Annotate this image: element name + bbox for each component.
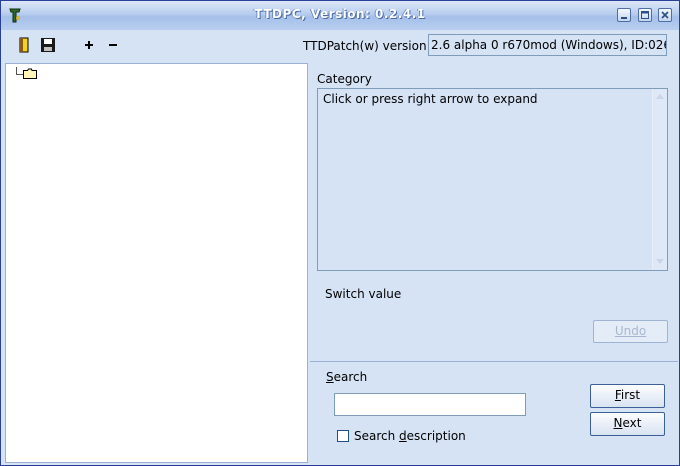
folder-icon[interactable]: [23, 68, 37, 79]
open-button[interactable]: [15, 36, 33, 54]
version-label: TTDPatch(w) version:: [303, 39, 431, 53]
settings-tree[interactable]: [5, 63, 308, 463]
category-description-box[interactable]: Click or press right arrow to expand: [317, 88, 668, 271]
minimize-button[interactable]: [617, 8, 631, 22]
category-label: Category: [317, 72, 372, 86]
close-button[interactable]: [658, 8, 672, 22]
search-description-label[interactable]: Search description: [354, 429, 466, 443]
collapse-all-icon: [109, 44, 117, 46]
next-button[interactable]: Next: [590, 412, 665, 436]
close-icon: [661, 11, 669, 19]
search-description-hotkey: d: [399, 429, 407, 443]
category-scrollbar[interactable]: [652, 89, 667, 270]
maximize-button[interactable]: [638, 8, 652, 22]
search-label-text: earch: [333, 370, 368, 384]
main-window: TTDPC, Version: 0.2.4.1 TTDPatch(w) vers…: [0, 0, 680, 466]
switch-value-label: Switch value: [325, 287, 402, 301]
title-bar[interactable]: TTDPC, Version: 0.2.4.1: [1, 1, 679, 31]
search-divider: [310, 361, 678, 362]
undo-button[interactable]: Undo: [593, 320, 668, 343]
category-description: Click or press right arrow to expand: [323, 92, 538, 106]
first-label: irst: [620, 388, 641, 402]
undo-label: Undo: [614, 324, 647, 338]
search-label: Search: [326, 370, 367, 384]
collapse-all-button[interactable]: [104, 36, 122, 54]
window-title: TTDPC, Version: 0.2.4.1: [254, 7, 426, 21]
version-field[interactable]: 2.6 alpha 0 r670mod (Windows), ID:0260: [428, 34, 667, 56]
toolbar: TTDPatch(w) version: 2.6 alpha 0 r670mod…: [1, 30, 679, 62]
first-button[interactable]: First: [590, 384, 665, 408]
search-description-prefix: Search: [354, 429, 400, 443]
expand-all-button[interactable]: [80, 36, 98, 54]
tree-connector: [16, 67, 23, 75]
maximize-icon: [641, 11, 649, 19]
search-input[interactable]: [334, 393, 526, 416]
save-button[interactable]: [39, 36, 57, 54]
search-description-rest: escription: [406, 429, 466, 443]
next-hotkey: N: [613, 416, 623, 430]
search-description-checkbox[interactable]: [337, 430, 349, 442]
search-label-hotkey: S: [326, 370, 334, 384]
scroll-arrows-icon: [656, 94, 664, 264]
next-label: ext: [622, 416, 642, 430]
open-file-icon: [19, 37, 29, 53]
expand-all-icon: [85, 41, 93, 49]
minimize-icon: [621, 17, 627, 19]
save-icon: [41, 38, 55, 52]
